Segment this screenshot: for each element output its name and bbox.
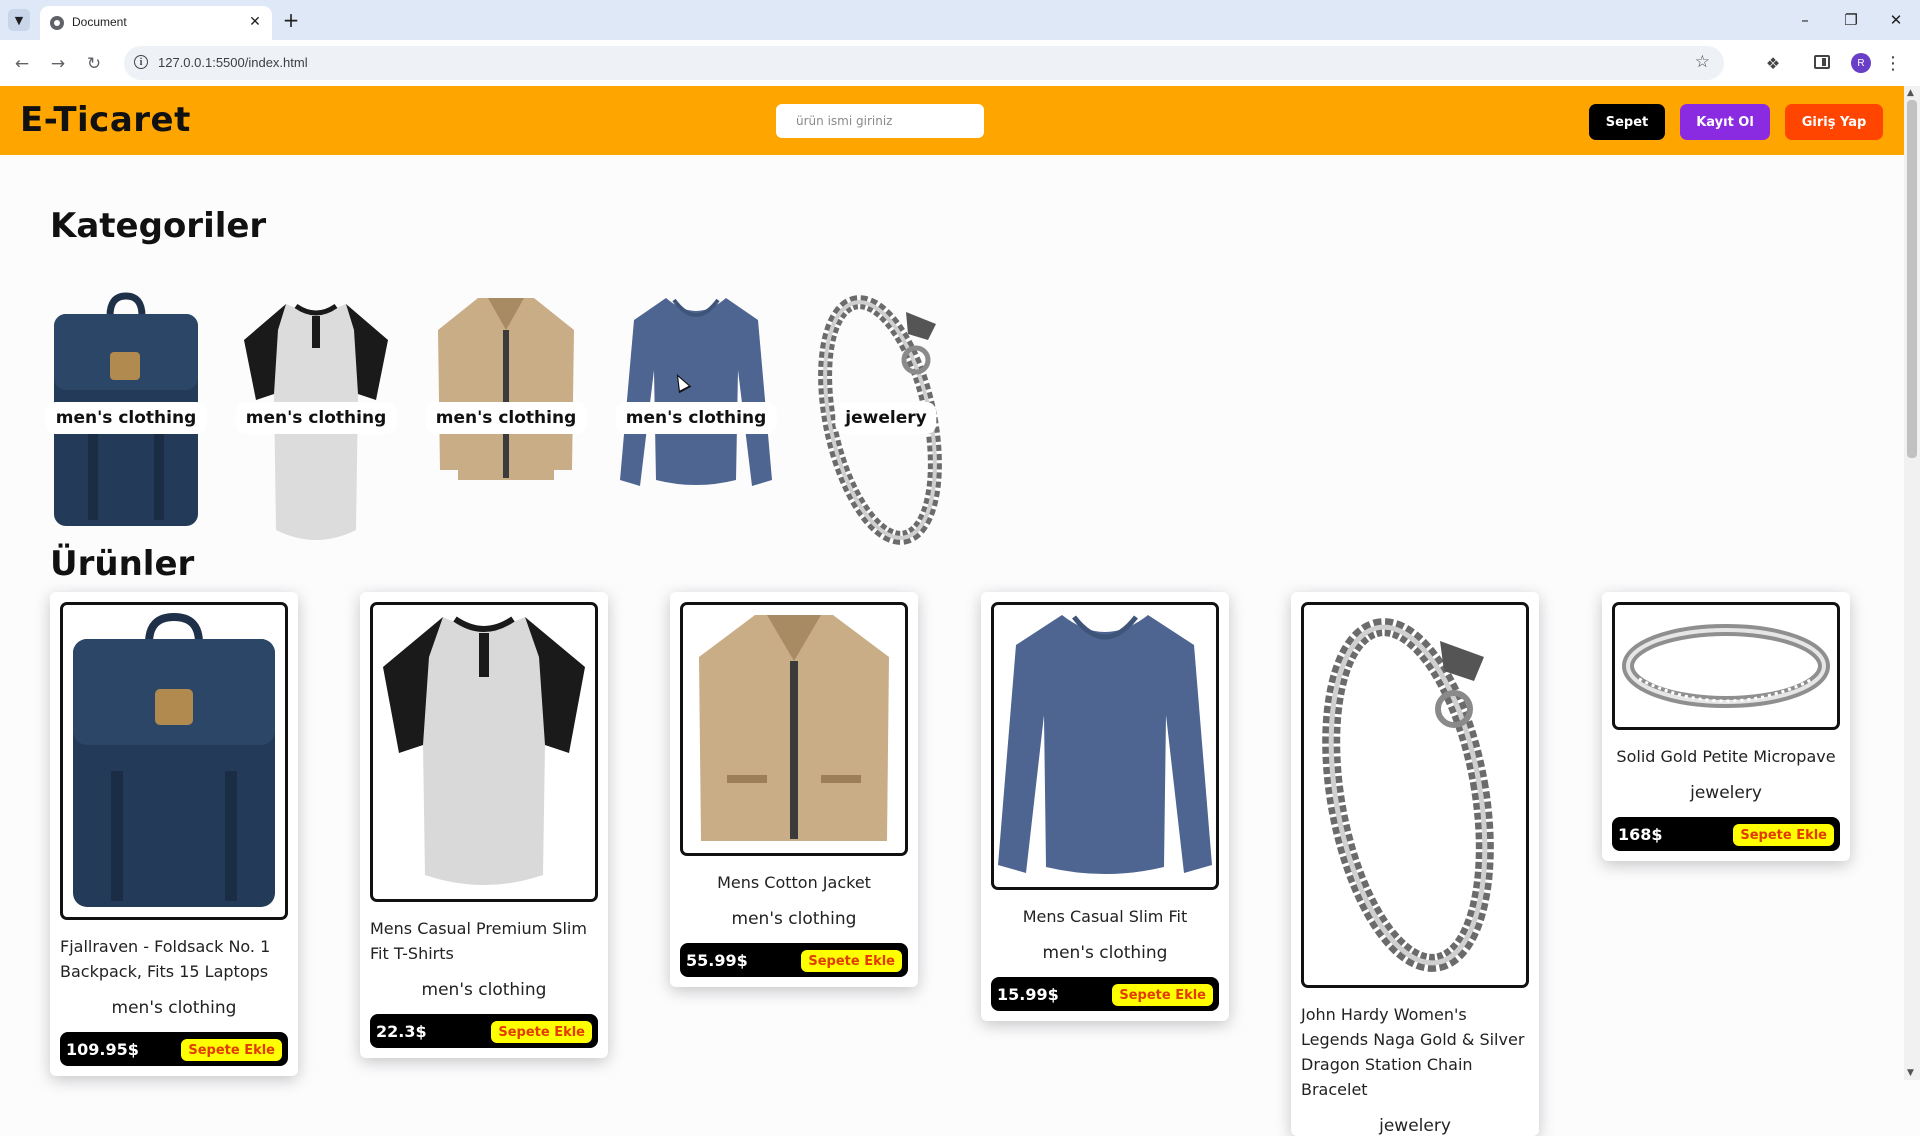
product-image-frame bbox=[370, 602, 598, 902]
product-price: 55.99$ bbox=[686, 951, 748, 970]
page-scrollbar[interactable]: ▲ ▼ bbox=[1904, 86, 1920, 1080]
product-category: jewelery bbox=[1379, 1116, 1451, 1136]
browser-tab[interactable]: Document ✕ bbox=[40, 6, 272, 40]
category-label: men's clothing bbox=[45, 402, 207, 434]
minimize-icon[interactable]: – bbox=[1795, 10, 1815, 30]
product-image-frame bbox=[680, 602, 908, 856]
products-heading: Ürünler bbox=[50, 544, 195, 584]
category-item[interactable]: men's clothing bbox=[235, 290, 397, 556]
product-title: Mens Casual Premium Slim Fit T-Shirts bbox=[370, 919, 587, 963]
product-title: John Hardy Women's Legends Naga Gold & S… bbox=[1301, 1005, 1525, 1099]
add-to-cart-button[interactable]: Sepete Ekle bbox=[801, 950, 902, 972]
categories-heading: Kategoriler bbox=[50, 206, 267, 246]
product-card[interactable]: Mens Cotton Jacket men's clothing 55.99$… bbox=[670, 592, 918, 987]
blue-longsleeve-image bbox=[998, 615, 1212, 874]
product-image-frame bbox=[991, 602, 1219, 890]
add-to-cart-button[interactable]: Sepete Ekle bbox=[1733, 824, 1834, 846]
scroll-up-arrow-icon[interactable]: ▲ bbox=[1907, 88, 1914, 98]
product-category: men's clothing bbox=[731, 909, 857, 929]
product-title: Solid Gold Petite Micropave bbox=[1616, 747, 1836, 766]
profile-avatar[interactable]: R bbox=[1851, 53, 1871, 73]
category-label: men's clothing bbox=[425, 402, 587, 434]
product-title: Mens Casual Slim Fit bbox=[1022, 907, 1188, 926]
login-button[interactable]: Giriş Yap bbox=[1785, 104, 1883, 140]
bookmark-star-icon[interactable]: ☆ bbox=[1695, 52, 1710, 72]
product-card[interactable]: Solid Gold Petite Micropave jewelery 168… bbox=[1602, 592, 1850, 861]
diamond-ring-image bbox=[1622, 624, 1830, 708]
product-category: men's clothing bbox=[111, 998, 237, 1018]
product-title: Fjallraven - Foldsack No. 1 Backpack, Fi… bbox=[60, 937, 271, 981]
product-image-frame bbox=[60, 602, 288, 920]
product-price: 22.3$ bbox=[376, 1022, 427, 1041]
product-category: men's clothing bbox=[421, 980, 547, 1000]
product-card[interactable]: Mens Casual Premium Slim Fit T-Shirts me… bbox=[360, 592, 608, 1058]
category-item[interactable]: jewelery bbox=[808, 290, 964, 556]
browser-menu-kebab-icon[interactable]: ⋮ bbox=[1884, 52, 1902, 74]
side-panel-icon[interactable] bbox=[1814, 55, 1830, 69]
product-price: 168$ bbox=[1618, 825, 1663, 844]
add-to-cart-button[interactable]: Sepete Ekle bbox=[181, 1039, 282, 1061]
category-item[interactable]: men's clothing bbox=[425, 290, 587, 556]
url-text[interactable]: 127.0.0.1:5500/index.html bbox=[158, 55, 308, 70]
price-bar: 55.99$ Sepete Ekle bbox=[680, 943, 908, 977]
tab-title: Document bbox=[72, 15, 127, 29]
product-image-frame bbox=[1612, 602, 1840, 730]
product-price: 15.99$ bbox=[997, 985, 1059, 1004]
address-bar[interactable]: i 127.0.0.1:5500/index.html ☆ bbox=[124, 46, 1724, 80]
scroll-down-arrow-icon[interactable]: ▼ bbox=[1907, 1068, 1914, 1078]
forward-arrow-icon[interactable]: → bbox=[46, 52, 70, 76]
product-card[interactable]: John Hardy Women's Legends Naga Gold & S… bbox=[1291, 592, 1539, 1136]
back-arrow-icon[interactable]: ← bbox=[10, 52, 34, 76]
register-button[interactable]: Kayıt Ol bbox=[1680, 104, 1770, 140]
close-tab-icon[interactable]: ✕ bbox=[246, 13, 264, 31]
product-category: jewelery bbox=[1690, 783, 1762, 803]
category-item[interactable]: men's clothing bbox=[615, 290, 777, 556]
add-to-cart-button[interactable]: Sepete Ekle bbox=[1112, 984, 1213, 1006]
backpack-image bbox=[73, 612, 275, 907]
price-bar: 168$ Sepete Ekle bbox=[1612, 817, 1840, 851]
close-window-icon[interactable]: ✕ bbox=[1886, 10, 1906, 30]
cotton-jacket-image bbox=[699, 615, 889, 841]
browser-toolbar: ← → ↻ i 127.0.0.1:5500/index.html ☆ ❖ R … bbox=[0, 40, 1920, 86]
product-title: Mens Cotton Jacket bbox=[717, 873, 871, 892]
category-label: men's clothing bbox=[615, 402, 777, 434]
new-tab-plus-icon[interactable]: + bbox=[280, 9, 302, 31]
product-category: men's clothing bbox=[1042, 943, 1168, 963]
scroll-thumb[interactable] bbox=[1907, 100, 1917, 458]
dragon-bracelet-image bbox=[1322, 618, 1494, 972]
add-to-cart-button[interactable]: Sepete Ekle bbox=[491, 1021, 592, 1043]
tab-search-chevron-icon[interactable]: ▼ bbox=[8, 9, 30, 31]
extensions-puzzle-icon[interactable]: ❖ bbox=[1762, 52, 1784, 74]
product-card[interactable]: Fjallraven - Foldsack No. 1 Backpack, Fi… bbox=[50, 592, 298, 1076]
globe-icon bbox=[50, 16, 64, 30]
price-bar: 109.95$ Sepete Ekle bbox=[60, 1032, 288, 1066]
site-header: E-Ticaret Sepet Kayıt Ol Giriş Yap bbox=[0, 86, 1904, 155]
restore-icon[interactable]: ❐ bbox=[1841, 10, 1861, 30]
product-card[interactable]: Mens Casual Slim Fit men's clothing 15.9… bbox=[981, 592, 1229, 1021]
category-label: jewelery bbox=[835, 402, 937, 434]
category-label: men's clothing bbox=[235, 402, 397, 434]
product-image-frame bbox=[1301, 602, 1529, 988]
browser-tab-strip: ▼ Document ✕ + – ❐ ✕ bbox=[0, 0, 1920, 40]
product-search-input[interactable] bbox=[776, 104, 984, 138]
cart-button[interactable]: Sepet bbox=[1589, 104, 1665, 140]
category-item[interactable]: men's clothing bbox=[45, 290, 207, 556]
price-bar: 22.3$ Sepete Ekle bbox=[370, 1014, 598, 1048]
site-logo[interactable]: E-Ticaret bbox=[20, 100, 191, 140]
site-info-icon[interactable]: i bbox=[134, 55, 148, 69]
raglan-tshirt-image bbox=[383, 616, 585, 885]
product-price: 109.95$ bbox=[66, 1040, 139, 1059]
reload-icon[interactable]: ↻ bbox=[82, 52, 106, 76]
price-bar: 15.99$ Sepete Ekle bbox=[991, 977, 1219, 1011]
